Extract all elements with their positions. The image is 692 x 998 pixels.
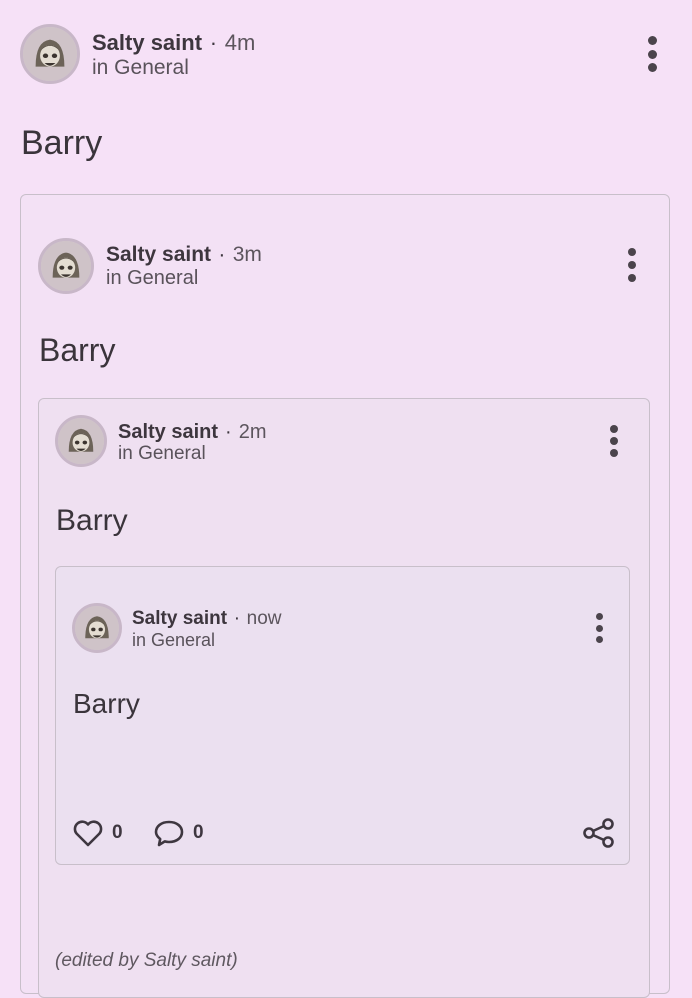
community-link[interactable]: in General — [132, 630, 215, 651]
comment-count: 0 — [193, 822, 204, 843]
separator-dot: · — [233, 608, 241, 629]
author-label: Salty saint — [118, 421, 219, 443]
separator-dot: · — [218, 243, 226, 266]
post-title[interactable]: Barry — [56, 504, 128, 538]
comment-icon — [154, 820, 184, 847]
share-button[interactable] — [582, 818, 616, 848]
author-label: Salty saint — [92, 30, 203, 55]
more-vert-icon — [628, 248, 636, 256]
edited-note: (edited by Salty saint) — [55, 950, 238, 971]
like-button[interactable]: 0 — [72, 818, 123, 848]
community-link[interactable]: in General — [118, 443, 206, 465]
post-title[interactable]: Barry — [39, 332, 115, 369]
more-options-button[interactable] — [592, 613, 606, 643]
avatar-image-icon — [41, 241, 91, 291]
author-name[interactable]: Salty saint · 2m — [118, 421, 267, 444]
comment-button[interactable]: 0 — [153, 818, 204, 848]
more-options-button[interactable] — [645, 36, 659, 72]
post-time: 4m — [224, 30, 256, 55]
author-name[interactable]: Salty saint · now — [132, 608, 282, 630]
avatar[interactable] — [72, 603, 122, 653]
avatar-image-icon — [58, 418, 104, 464]
more-vert-icon — [610, 425, 618, 433]
post-title[interactable]: Barry — [73, 688, 140, 720]
more-options-button[interactable] — [607, 425, 621, 457]
heart-icon — [73, 820, 103, 847]
author-label: Salty saint — [132, 608, 228, 629]
share-icon — [583, 818, 614, 848]
community-link[interactable]: in General — [92, 56, 189, 80]
more-vert-icon — [647, 36, 657, 45]
post-time: 3m — [232, 243, 262, 266]
like-count: 0 — [112, 822, 123, 843]
avatar[interactable] — [38, 238, 94, 294]
post-time: now — [246, 608, 282, 629]
separator-dot: · — [225, 421, 232, 443]
more-options-button[interactable] — [625, 248, 639, 282]
avatar[interactable] — [20, 24, 80, 84]
post-title[interactable]: Barry — [21, 124, 102, 163]
post-time: 2m — [238, 421, 267, 443]
more-vert-icon — [595, 613, 603, 620]
avatar[interactable] — [55, 415, 107, 467]
avatar-image-icon — [75, 606, 119, 650]
separator-dot: · — [209, 30, 218, 55]
author-name[interactable]: Salty saint · 3m — [106, 243, 262, 267]
avatar-image-icon — [23, 27, 77, 81]
author-label: Salty saint — [106, 243, 212, 266]
author-name[interactable]: Salty saint · 4m — [92, 30, 255, 56]
community-link[interactable]: in General — [106, 267, 198, 290]
